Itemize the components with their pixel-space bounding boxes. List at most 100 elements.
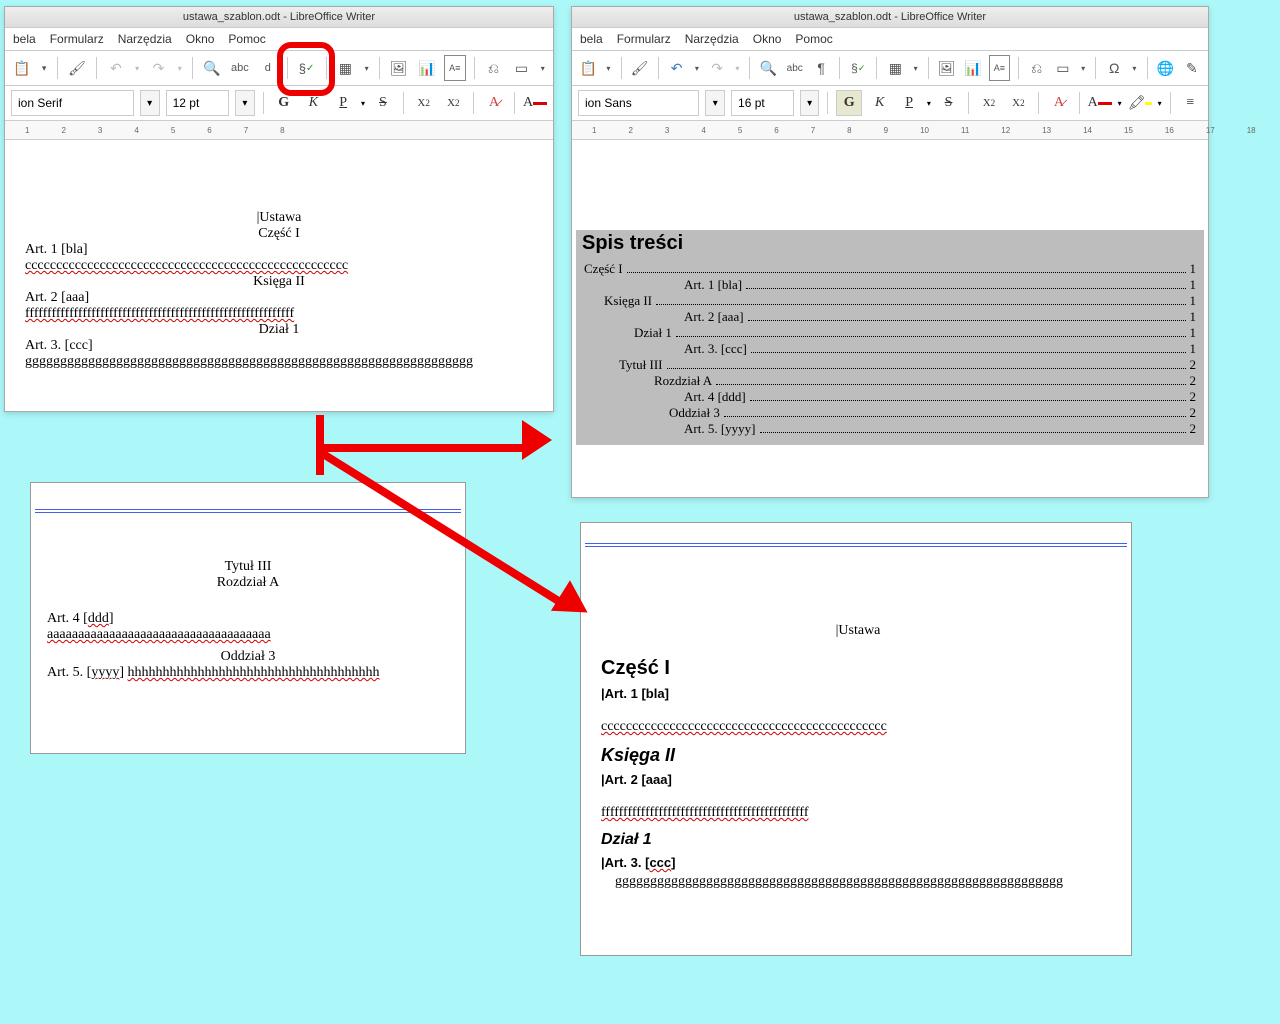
highlight-color-icon[interactable]: 🖍 xyxy=(1128,91,1152,115)
menu-item[interactable]: Okno xyxy=(753,32,782,46)
underline-button[interactable]: P xyxy=(331,91,355,115)
toc-entry[interactable]: Art. 1 [bla]1 xyxy=(584,277,1196,293)
dropdown-icon[interactable]: ▾ xyxy=(133,55,142,81)
table-icon[interactable]: ▦ xyxy=(885,55,905,81)
footnote-icon[interactable]: ✎ xyxy=(1182,55,1202,81)
doc-text: ffffffffffffffffffffffffffffffffffffffff… xyxy=(601,805,1115,821)
chart-icon[interactable]: 📊 xyxy=(963,55,983,81)
dropdown-icon[interactable]: ▾ xyxy=(362,55,371,81)
clear-format-icon[interactable]: A̷ xyxy=(1047,91,1070,115)
field-icon[interactable]: ▭ xyxy=(510,55,532,81)
format-paintbrush-icon[interactable]: 🖌 xyxy=(629,55,649,81)
dropdown-icon[interactable]: ▾ xyxy=(140,90,160,116)
specialchar-icon[interactable]: Ω xyxy=(1104,55,1124,81)
menu-item[interactable]: bela xyxy=(13,32,36,46)
font-size-select[interactable]: 16 pt xyxy=(731,90,794,116)
formatting-icon[interactable]: ¶ xyxy=(811,55,831,81)
font-name-select[interactable]: ion Serif xyxy=(11,90,134,116)
menu-item[interactable]: Pomoc xyxy=(228,32,265,46)
bold-button[interactable]: G xyxy=(272,91,296,115)
hyperlink-icon[interactable]: 🌐 xyxy=(1155,55,1175,81)
font-color-icon[interactable]: A xyxy=(523,91,547,115)
window-title: ustawa_szablon.odt - LibreOffice Writer xyxy=(572,7,1208,28)
doc-text: Art. 3. [ccc] xyxy=(605,855,676,870)
italic-button[interactable]: K xyxy=(868,91,891,115)
toc-entry[interactable]: Dział 11 xyxy=(584,325,1196,341)
doc-text: hhhhhhhhhhhhhhhhhhhhhhhhhhhhhhhhhhhh xyxy=(128,665,380,680)
strike-button[interactable]: S xyxy=(937,91,960,115)
spellcheck-icon[interactable]: abc xyxy=(785,55,805,81)
format-paintbrush-icon[interactable]: 🖌 xyxy=(66,55,88,81)
doc-text: Oddział 3 xyxy=(47,649,449,665)
underline-button[interactable]: P xyxy=(897,91,920,115)
menu-item[interactable]: Pomoc xyxy=(795,32,832,46)
arrow-annotation xyxy=(316,444,526,452)
chart-icon[interactable]: 📊 xyxy=(416,55,438,81)
doc-text: Ustawa xyxy=(838,623,880,638)
paste-icon[interactable]: 📋 xyxy=(578,55,598,81)
redo-icon[interactable]: ↷ xyxy=(707,55,727,81)
toc-entry[interactable]: Tytuł III2 xyxy=(584,357,1196,373)
superscript-button[interactable]: X2 xyxy=(977,91,1000,115)
dropdown-icon[interactable]: ▾ xyxy=(235,90,255,116)
field-icon[interactable]: ▭ xyxy=(1053,55,1073,81)
clear-format-icon[interactable]: A̷ xyxy=(482,91,506,115)
spellcheck-icon[interactable]: d xyxy=(257,55,279,81)
pagebreak-icon[interactable]: ⎌ xyxy=(1026,55,1046,81)
main-toolbar: 📋 ▾ 🖌 ↶ ▾ ↷ ▾ 🔍 abc d §✓ ▦ ▾ 🖼 📊 A≡ ⎌ ▭ … xyxy=(5,51,553,86)
toc-entry[interactable]: Oddział 32 xyxy=(584,405,1196,421)
bold-button[interactable]: G xyxy=(836,90,861,116)
toc-entry[interactable]: Art. 5. [yyyy]2 xyxy=(584,421,1196,437)
strike-button[interactable]: S xyxy=(371,91,395,115)
dropdown-icon[interactable]: ▾ xyxy=(800,90,820,116)
toc-entry[interactable]: Art. 4 [ddd]2 xyxy=(584,389,1196,405)
menu-item[interactable]: Okno xyxy=(186,32,215,46)
font-size-select[interactable]: 12 pt xyxy=(166,90,229,116)
find-icon[interactable]: 🔍 xyxy=(758,55,778,81)
paste-icon[interactable]: 📋 xyxy=(11,55,33,81)
undo-icon[interactable]: ↶ xyxy=(105,55,127,81)
ruler: 123456789101112131415161718 xyxy=(572,121,1208,140)
toc-entry[interactable]: Rozdział A2 xyxy=(584,373,1196,389)
dropdown-icon[interactable]: ▾ xyxy=(693,55,701,81)
textbox-icon[interactable]: A≡ xyxy=(989,55,1009,81)
dropdown-icon[interactable]: ▾ xyxy=(912,55,920,81)
menu-item[interactable]: Narzędzia xyxy=(685,32,739,46)
undo-icon[interactable]: ↶ xyxy=(666,55,686,81)
image-icon[interactable]: 🖼 xyxy=(936,55,956,81)
section-icon[interactable]: §✓ xyxy=(848,55,868,81)
toc-entry[interactable]: Art. 2 [aaa]1 xyxy=(584,309,1196,325)
redo-icon[interactable]: ↷ xyxy=(147,55,169,81)
dropdown-icon[interactable]: ▾ xyxy=(733,55,741,81)
menu-item[interactable]: Narzędzia xyxy=(118,32,172,46)
find-icon[interactable]: 🔍 xyxy=(201,55,223,81)
menu-item[interactable]: Formularz xyxy=(617,32,671,46)
toc-entry[interactable]: Część I1 xyxy=(584,261,1196,277)
spellcheck-icon[interactable]: abc xyxy=(229,55,251,81)
toc-entry[interactable]: Księga II1 xyxy=(584,293,1196,309)
dropdown-icon[interactable]: ▾ xyxy=(538,55,547,81)
pagebreak-icon[interactable]: ⎌ xyxy=(483,55,505,81)
image-icon[interactable]: 🖼 xyxy=(388,55,410,81)
dropdown-icon[interactable]: ▾ xyxy=(175,55,184,81)
section-icon[interactable]: §✓ xyxy=(296,55,318,81)
align-icon[interactable]: ≡ xyxy=(1179,91,1202,115)
dropdown-icon[interactable]: ▾ xyxy=(1130,55,1138,81)
italic-button[interactable]: K xyxy=(302,91,326,115)
dropdown-icon[interactable]: ▾ xyxy=(705,90,725,116)
document-area[interactable]: Spis treści Część I1Art. 1 [bla]1Księga … xyxy=(572,140,1208,455)
textbox-icon[interactable]: A≡ xyxy=(444,55,466,81)
superscript-button[interactable]: X2 xyxy=(412,91,436,115)
menu-item[interactable]: bela xyxy=(580,32,603,46)
font-name-select[interactable]: ion Sans xyxy=(578,90,699,116)
dropdown-icon[interactable]: ▾ xyxy=(39,55,49,81)
document-area[interactable]: |Ustawa Część I Art. 1 [bla] ccccccccccc… xyxy=(5,140,553,390)
dropdown-icon[interactable]: ▾ xyxy=(604,55,612,81)
menu-item[interactable]: Formularz xyxy=(50,32,104,46)
subscript-button[interactable]: X2 xyxy=(442,91,466,115)
table-icon[interactable]: ▦ xyxy=(334,55,356,81)
font-color-icon[interactable]: A xyxy=(1088,91,1112,115)
toc-entry[interactable]: Art. 3. [ccc]1 xyxy=(584,341,1196,357)
subscript-button[interactable]: X2 xyxy=(1007,91,1030,115)
dropdown-icon[interactable]: ▾ xyxy=(1079,55,1087,81)
